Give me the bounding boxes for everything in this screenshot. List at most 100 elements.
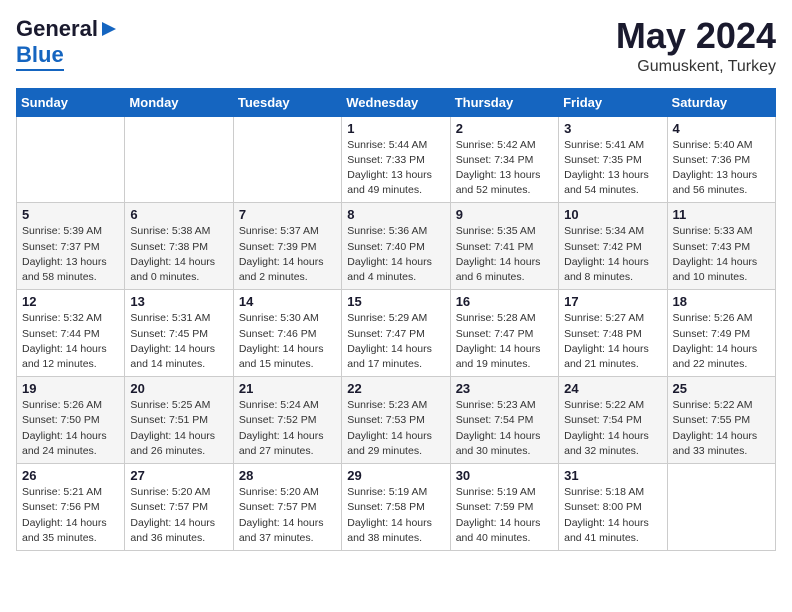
day-info: Sunrise: 5:23 AMSunset: 7:53 PMDaylight:… <box>347 398 444 459</box>
day-info: Sunrise: 5:44 AMSunset: 7:33 PMDaylight:… <box>347 138 444 199</box>
day-number: 27 <box>130 468 227 483</box>
day-number: 20 <box>130 381 227 396</box>
logo-blue-text: Blue <box>16 42 64 71</box>
table-row: 10Sunrise: 5:34 AMSunset: 7:42 PMDayligh… <box>559 203 667 290</box>
day-info: Sunrise: 5:42 AMSunset: 7:34 PMDaylight:… <box>456 138 553 199</box>
table-row: 31 Sunrise: 5:18 AMSunset: 8:00 PMDayligh… <box>559 464 667 551</box>
day-number: 11 <box>673 207 770 222</box>
day-info: Sunrise: 5:26 AMSunset: 7:49 PMDaylight:… <box>673 311 770 372</box>
day-number: 23 <box>456 381 553 396</box>
table-row <box>125 116 233 203</box>
table-row: 21 Sunrise: 5:24 AMSunset: 7:52 PMDayligh… <box>233 377 341 464</box>
day-number: 16 <box>456 294 553 309</box>
table-row: 1 Sunrise: 5:44 AMSunset: 7:33 PMDaylight… <box>342 116 450 203</box>
day-info: Sunrise: 5:18 AMSunset: 8:00 PMDaylight:… <box>564 485 661 546</box>
table-row: 19 Sunrise: 5:26 AMSunset: 7:50 PMDayligh… <box>17 377 125 464</box>
col-thursday: Thursday <box>450 88 558 116</box>
day-number: 17 <box>564 294 661 309</box>
day-info: Sunrise: 5:30 AMSunset: 7:46 PMDaylight:… <box>239 311 336 372</box>
table-row: 3 Sunrise: 5:41 AMSunset: 7:35 PMDaylight… <box>559 116 667 203</box>
day-info: Sunrise: 5:35 AMSunset: 7:41 PMDaylight:… <box>456 224 553 285</box>
col-tuesday: Tuesday <box>233 88 341 116</box>
day-info: Sunrise: 5:27 AMSunset: 7:48 PMDaylight:… <box>564 311 661 372</box>
day-number: 29 <box>347 468 444 483</box>
location: Gumuskent, Turkey <box>616 58 776 76</box>
day-info: Sunrise: 5:41 AMSunset: 7:35 PMDaylight:… <box>564 138 661 199</box>
table-row: 26 Sunrise: 5:21 AMSunset: 7:56 PMDayligh… <box>17 464 125 551</box>
day-number: 31 <box>564 468 661 483</box>
day-info: Sunrise: 5:37 AMSunset: 7:39 PMDaylight:… <box>239 224 336 285</box>
day-info: Sunrise: 5:38 AMSunset: 7:38 PMDaylight:… <box>130 224 227 285</box>
day-info: Sunrise: 5:19 AMSunset: 7:58 PMDaylight:… <box>347 485 444 546</box>
col-sunday: Sunday <box>17 88 125 116</box>
day-info: Sunrise: 5:40 AMSunset: 7:36 PMDaylight:… <box>673 138 770 199</box>
day-info: Sunrise: 5:36 AMSunset: 7:40 PMDaylight:… <box>347 224 444 285</box>
day-number: 13 <box>130 294 227 309</box>
col-friday: Friday <box>559 88 667 116</box>
day-info: Sunrise: 5:20 AMSunset: 7:57 PMDaylight:… <box>130 485 227 546</box>
table-row: 7 Sunrise: 5:37 AMSunset: 7:39 PMDaylight… <box>233 203 341 290</box>
calendar-week-row: 1 Sunrise: 5:44 AMSunset: 7:33 PMDaylight… <box>17 116 776 203</box>
day-number: 30 <box>456 468 553 483</box>
day-number: 3 <box>564 121 661 136</box>
calendar-week-row: 26 Sunrise: 5:21 AMSunset: 7:56 PMDayligh… <box>17 464 776 551</box>
table-row <box>233 116 341 203</box>
calendar-table: Sunday Monday Tuesday Wednesday Thursday… <box>16 88 776 551</box>
table-row: 17 Sunrise: 5:27 AMSunset: 7:48 PMDayligh… <box>559 290 667 377</box>
day-info: Sunrise: 5:31 AMSunset: 7:45 PMDaylight:… <box>130 311 227 372</box>
table-row: 16Sunrise: 5:28 AMSunset: 7:47 PMDayligh… <box>450 290 558 377</box>
day-number: 9 <box>456 207 553 222</box>
day-number: 4 <box>673 121 770 136</box>
day-number: 25 <box>673 381 770 396</box>
table-row: 22Sunrise: 5:23 AMSunset: 7:53 PMDayligh… <box>342 377 450 464</box>
day-number: 24 <box>564 381 661 396</box>
day-info: Sunrise: 5:22 AMSunset: 7:55 PMDaylight:… <box>673 398 770 459</box>
day-number: 21 <box>239 381 336 396</box>
day-number: 26 <box>22 468 119 483</box>
col-monday: Monday <box>125 88 233 116</box>
day-info: Sunrise: 5:32 AMSunset: 7:44 PMDaylight:… <box>22 311 119 372</box>
table-row: 27 Sunrise: 5:20 AMSunset: 7:57 PMDayligh… <box>125 464 233 551</box>
col-wednesday: Wednesday <box>342 88 450 116</box>
table-row: 5 Sunrise: 5:39 AMSunset: 7:37 PMDaylight… <box>17 203 125 290</box>
table-row: 25 Sunrise: 5:22 AMSunset: 7:55 PMDayligh… <box>667 377 775 464</box>
day-number: 2 <box>456 121 553 136</box>
day-info: Sunrise: 5:22 AMSunset: 7:54 PMDaylight:… <box>564 398 661 459</box>
day-number: 5 <box>22 207 119 222</box>
table-row: 15 Sunrise: 5:29 AMSunset: 7:47 PMDayligh… <box>342 290 450 377</box>
day-number: 19 <box>22 381 119 396</box>
day-info: Sunrise: 5:21 AMSunset: 7:56 PMDaylight:… <box>22 485 119 546</box>
day-info: Sunrise: 5:25 AMSunset: 7:51 PMDaylight:… <box>130 398 227 459</box>
day-info: Sunrise: 5:26 AMSunset: 7:50 PMDaylight:… <box>22 398 119 459</box>
day-number: 14 <box>239 294 336 309</box>
logo-general-text: General <box>16 16 98 42</box>
table-row <box>667 464 775 551</box>
day-info: Sunrise: 5:29 AMSunset: 7:47 PMDaylight:… <box>347 311 444 372</box>
title-section: May 2024 Gumuskent, Turkey <box>616 16 776 76</box>
day-info: Sunrise: 5:19 AMSunset: 7:59 PMDaylight:… <box>456 485 553 546</box>
day-number: 7 <box>239 207 336 222</box>
table-row: 8 Sunrise: 5:36 AMSunset: 7:40 PMDaylight… <box>342 203 450 290</box>
day-info: Sunrise: 5:34 AMSunset: 7:42 PMDaylight:… <box>564 224 661 285</box>
day-info: Sunrise: 5:39 AMSunset: 7:37 PMDaylight:… <box>22 224 119 285</box>
table-row: 23 Sunrise: 5:23 AMSunset: 7:54 PMDayligh… <box>450 377 558 464</box>
day-number: 6 <box>130 207 227 222</box>
table-row: 14 Sunrise: 5:30 AMSunset: 7:46 PMDayligh… <box>233 290 341 377</box>
table-row: 29 Sunrise: 5:19 AMSunset: 7:58 PMDayligh… <box>342 464 450 551</box>
day-number: 12 <box>22 294 119 309</box>
day-number: 15 <box>347 294 444 309</box>
day-info: Sunrise: 5:33 AMSunset: 7:43 PMDaylight:… <box>673 224 770 285</box>
table-row: 18Sunrise: 5:26 AMSunset: 7:49 PMDayligh… <box>667 290 775 377</box>
day-info: Sunrise: 5:20 AMSunset: 7:57 PMDaylight:… <box>239 485 336 546</box>
day-number: 8 <box>347 207 444 222</box>
table-row: 9 Sunrise: 5:35 AMSunset: 7:41 PMDaylight… <box>450 203 558 290</box>
table-row: 11 Sunrise: 5:33 AMSunset: 7:43 PMDayligh… <box>667 203 775 290</box>
day-info: Sunrise: 5:24 AMSunset: 7:52 PMDaylight:… <box>239 398 336 459</box>
day-number: 1 <box>347 121 444 136</box>
table-row: 12 Sunrise: 5:32 AMSunset: 7:44 PMDayligh… <box>17 290 125 377</box>
calendar-header-row: Sunday Monday Tuesday Wednesday Thursday… <box>17 88 776 116</box>
logo-arrow-icon <box>98 18 120 40</box>
table-row: 13 Sunrise: 5:31 AMSunset: 7:45 PMDayligh… <box>125 290 233 377</box>
day-info: Sunrise: 5:23 AMSunset: 7:54 PMDaylight:… <box>456 398 553 459</box>
calendar-week-row: 5 Sunrise: 5:39 AMSunset: 7:37 PMDaylight… <box>17 203 776 290</box>
